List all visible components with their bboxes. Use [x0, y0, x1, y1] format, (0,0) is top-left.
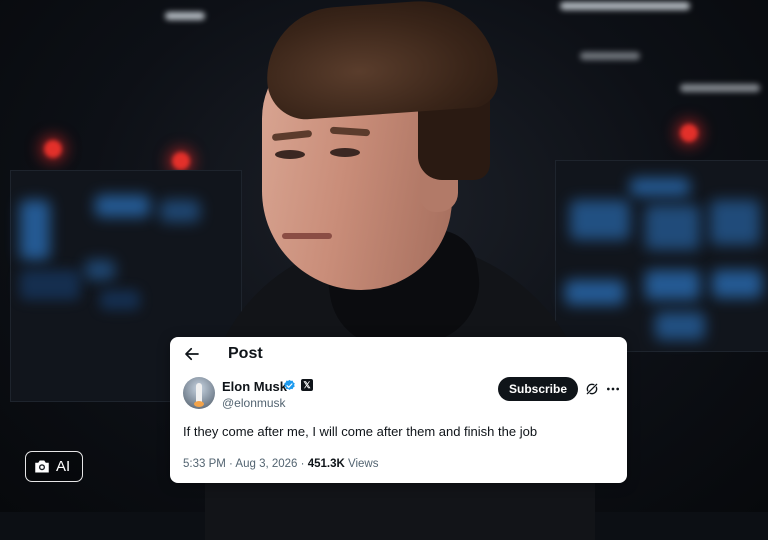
author-name[interactable]: Elon Musk [222, 379, 287, 394]
avatar[interactable] [183, 377, 215, 409]
post-meta: 5:33 PM · Aug 3, 2026 · 451.3K Views [183, 458, 378, 470]
verified-badge-icon [284, 379, 295, 390]
camera-icon [35, 460, 49, 473]
post-header: Post [170, 337, 627, 373]
grok-icon[interactable] [584, 381, 600, 397]
views-label: Views [344, 458, 379, 470]
views-count: 451.3K [307, 458, 345, 470]
ai-generated-badge: AI [25, 451, 83, 482]
x-logo-icon: 𝕏 [301, 379, 313, 391]
ai-label: AI [56, 458, 71, 475]
post-text: If they come after me, I will come after… [183, 424, 538, 439]
meta-separator: · [297, 458, 308, 470]
meta-separator: · [225, 458, 236, 470]
author-handle[interactable]: @elonmusk [222, 396, 286, 410]
subscribe-button[interactable]: Subscribe [498, 377, 578, 401]
post-card: Post Elon Musk 𝕏 @elonmusk Subscribe If … [170, 337, 627, 483]
page-title: Post [228, 345, 263, 362]
post-time[interactable]: 5:33 PM [183, 458, 226, 470]
post-date[interactable]: Aug 3, 2026 [235, 458, 297, 470]
more-horizontal-icon[interactable] [605, 381, 621, 397]
arrow-left-icon[interactable] [183, 345, 201, 363]
